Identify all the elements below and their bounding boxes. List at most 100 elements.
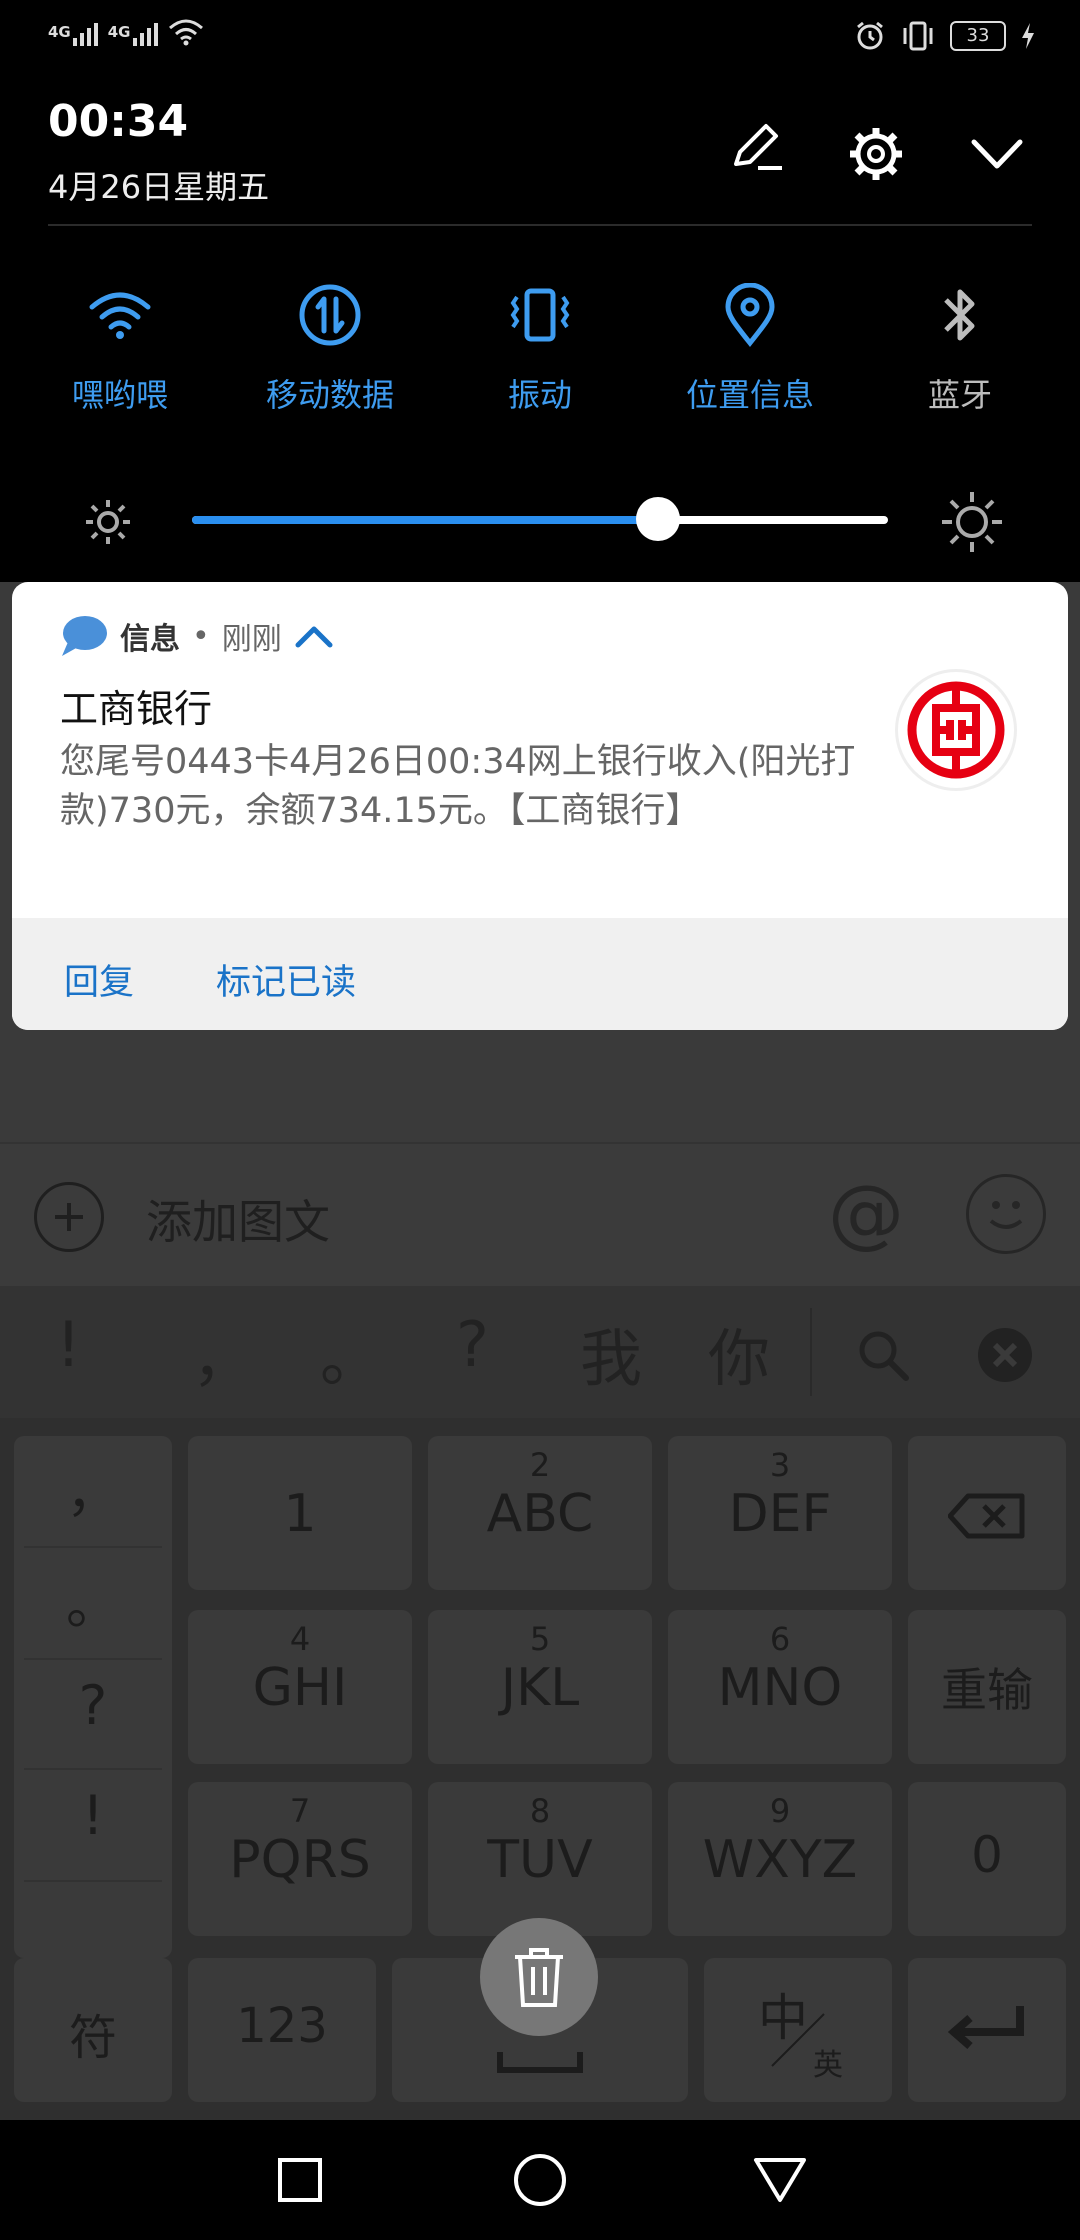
network-type-label: 4G [48,23,71,41]
chevron-up-icon[interactable] [294,623,334,649]
search-icon[interactable] [856,1328,912,1384]
punctuation-column[interactable]: ， 。 ? ! [14,1436,172,1958]
key-letters: TUV [487,1830,593,1890]
key-4[interactable]: 4 GHI [188,1610,412,1764]
punct-key[interactable]: ! [14,1784,172,1847]
home-circle-icon[interactable] [512,2152,568,2208]
tile-bluetooth[interactable]: 蓝牙 [865,280,1055,416]
key-label: 0 [971,1826,1003,1884]
notification-actions: 回复 标记已读 [12,918,1068,1030]
key-letters: 1 [283,1484,317,1544]
candidate-item[interactable]: ! [56,1308,81,1381]
key-number: 8 [529,1792,551,1830]
tile-label: 振动 [507,376,572,414]
tile-wifi[interactable]: 嘿哟喂 [25,280,215,416]
clear-notifications-button[interactable] [480,1918,598,2036]
alarm-icon [857,21,883,50]
candidate-item[interactable]: ? [456,1308,489,1381]
key-0[interactable]: 0 [908,1782,1066,1936]
close-keyboard-icon[interactable] [976,1326,1034,1384]
key-letters: ABC [486,1484,594,1544]
mention-at-icon[interactable]: @ [828,1168,904,1257]
reply-button[interactable]: 回复 [64,954,134,1005]
enter-key[interactable] [908,1958,1066,2102]
candidate-item[interactable]: ， [192,1308,254,1398]
signal-icon: 4G [108,23,158,46]
key-3[interactable]: 3 DEF [668,1436,892,1590]
mobile-data-icon [299,284,361,346]
bluetooth-icon [944,289,975,341]
key-label: 重输 [941,1663,1033,1717]
collapse-chevron-icon[interactable] [970,136,1024,172]
emoji-icon[interactable] [966,1174,1046,1254]
brightness-slider-fill [192,516,659,524]
reenter-key[interactable]: 重输 [908,1610,1066,1764]
compose-bar: 添加图文 @ [0,1144,1080,1286]
space-icon [497,2052,583,2073]
candidate-item[interactable]: 。 [320,1308,382,1398]
notification-body: 您尾号0443卡4月26日00:34网上银行收入(阳光打款)730元，余额734… [60,742,856,831]
sms-notification-card[interactable]: 信息 • 刚刚 工商银行 您尾号0443卡4月26日00:34网上银行收入(阳光… [12,582,1068,1030]
settings-gear-icon[interactable] [846,124,906,184]
punct-key[interactable]: 。 [14,1560,172,1639]
brightness-slider-thumb[interactable] [636,497,681,541]
date-label: 4月26日星期五 [48,168,270,206]
key-7[interactable]: 7 PQRS [188,1782,412,1936]
key-1[interactable]: 1 [188,1436,412,1590]
key-9[interactable]: 9 WXYZ [668,1782,892,1936]
tile-label: 蓝牙 [927,376,992,414]
separator-dot: • [192,618,210,654]
candidate-item[interactable]: 我 [580,1308,642,1398]
punct-key[interactable]: ， [14,1448,172,1527]
backspace-key[interactable] [908,1436,1066,1590]
edit-icon[interactable] [728,118,784,174]
recents-square-icon[interactable] [276,2156,324,2204]
tile-label: 嘿哟喂 [71,376,168,414]
network-type-label: 4G [107,23,131,41]
notification-header: 信息 • 刚刚 [60,614,334,658]
key-6[interactable]: 6 MNO [668,1610,892,1764]
key-number: 2 [529,1446,551,1484]
punct-key[interactable]: ? [14,1674,172,1737]
back-triangle-icon[interactable] [752,2156,808,2204]
key-letters: PQRS [229,1830,371,1890]
brightness-high-icon [942,492,1002,552]
brightness-slider[interactable] [192,516,888,524]
mark-read-button[interactable]: 标记已读 [216,954,356,1005]
key-letters: DEF [728,1484,832,1544]
key-8[interactable]: 8 TUV [428,1782,652,1936]
message-bubble-icon [62,616,107,656]
key-number: 4 [289,1620,311,1658]
key-number: 5 [529,1620,551,1658]
enter-icon [948,2006,1024,2050]
key-letters: MNO [717,1658,843,1718]
numbers-key[interactable]: 123 [188,1958,376,2102]
compose-input[interactable]: 添加图文 [146,1186,330,1252]
vibrate-icon [510,288,570,342]
key-letters: WXYZ [702,1830,858,1890]
signal-icon: 4G [48,23,98,46]
vibrate-icon [903,21,933,51]
charging-icon [1022,23,1034,49]
trash-icon [515,1948,563,2007]
divider [24,1546,162,1548]
key-number: 9 [769,1792,791,1830]
add-attachment-button[interactable] [34,1182,104,1252]
key-number: 7 [289,1792,311,1830]
location-icon [725,283,775,347]
wifi-icon [89,292,151,339]
tile-vibrate[interactable]: 振动 [445,280,635,416]
backspace-icon [948,1493,1025,1539]
key-2[interactable]: 2 ABC [428,1436,652,1590]
status-bar: 4G 4G 33 [0,0,1080,80]
language-switch-key[interactable]: 中 英 [704,1958,892,2102]
symbols-key[interactable]: 符 [14,1958,172,2102]
divider [24,1658,162,1660]
tile-mobile-data[interactable]: 移动数据 [235,280,425,416]
ime-candidate-bar: ! ， 。 ? 我 你 [0,1286,1080,1418]
key-number: 3 [769,1446,791,1484]
key-5[interactable]: 5 JKL [428,1610,652,1764]
key-sublabel: 英 [813,2048,843,2083]
tile-location[interactable]: 位置信息 [655,280,845,416]
candidate-item[interactable]: 你 [708,1308,770,1398]
